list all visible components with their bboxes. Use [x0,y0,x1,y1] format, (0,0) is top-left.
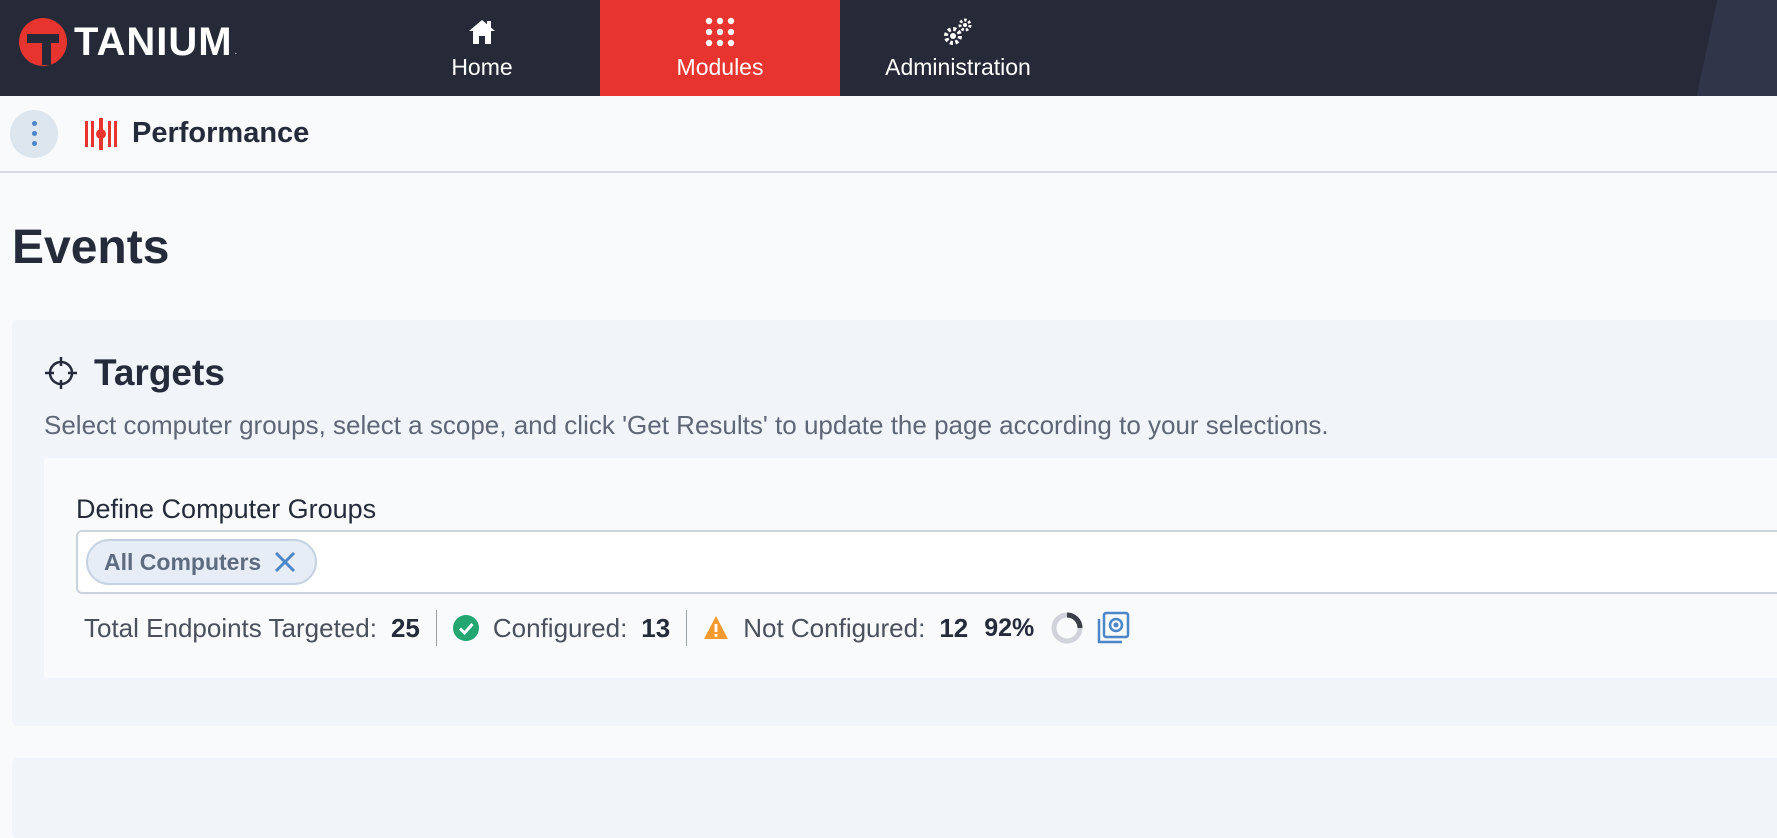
selected-group-chip: All Computers [86,539,318,585]
chip-label: All Computers [104,548,262,575]
not-configured-label: Not Configured: [743,612,926,643]
nav-tab-label: Modules [676,53,764,80]
nav-tab-administration[interactable]: Administration [838,0,1078,96]
tanium-logo-icon [19,18,67,66]
nav-tab-modules[interactable]: Modules [600,0,840,96]
targets-description: Select computer groups, select a scope, … [44,410,1329,440]
configured-value: 13 [641,612,671,643]
targets-header: Targets [44,352,225,394]
logo-trademark: . [234,46,238,56]
total-endpoints-value: 25 [390,612,420,643]
targets-panel: Targets Select computer groups, select a… [12,320,1777,726]
nav-tab-home[interactable]: Home [362,0,602,96]
module-title: Performance [132,117,310,149]
configured-label: Configured: [492,612,628,643]
module-header: Performance [0,96,1777,173]
not-configured-value: 12 [939,612,969,643]
copy-results-icon[interactable] [1096,611,1130,645]
top-navigation: TANIUM . Home Modules Administration [0,0,1777,96]
check-circle-icon [452,615,479,641]
progress-percent: 92% [984,613,1035,642]
crosshair-icon [45,357,77,389]
gears-icon [942,16,974,48]
targets-title: Targets [94,352,225,393]
performance-icon [85,117,117,150]
kebab-dot [31,141,37,146]
computer-groups-section: Define Computer Groups All Computers Tot… [44,458,1777,678]
computer-groups-input[interactable]: All Computers [76,530,1777,594]
logo-text: TANIUM [74,19,233,64]
close-icon[interactable] [273,550,297,574]
page-title: Events [12,221,170,274]
divider [686,610,688,646]
loading-spinner-icon [1051,612,1083,644]
kebab-dot [31,131,37,136]
computer-groups-label: Define Computer Groups [76,494,377,524]
more-options-button[interactable] [10,109,58,158]
nav-decoration [1696,0,1777,96]
warning-icon [704,616,729,639]
total-endpoints-label: Total Endpoints Targeted: [84,612,377,643]
divider [435,610,437,646]
nav-tab-label: Home [451,53,513,80]
next-section-panel [12,758,1777,838]
grid-icon [704,16,736,48]
tanium-logo[interactable]: TANIUM . [18,16,237,68]
kebab-icon [31,121,37,126]
endpoint-stats: Total Endpoints Targeted: 25 Configured:… [84,608,1130,648]
home-icon [466,16,498,48]
nav-tab-label: Administration [885,53,1031,80]
